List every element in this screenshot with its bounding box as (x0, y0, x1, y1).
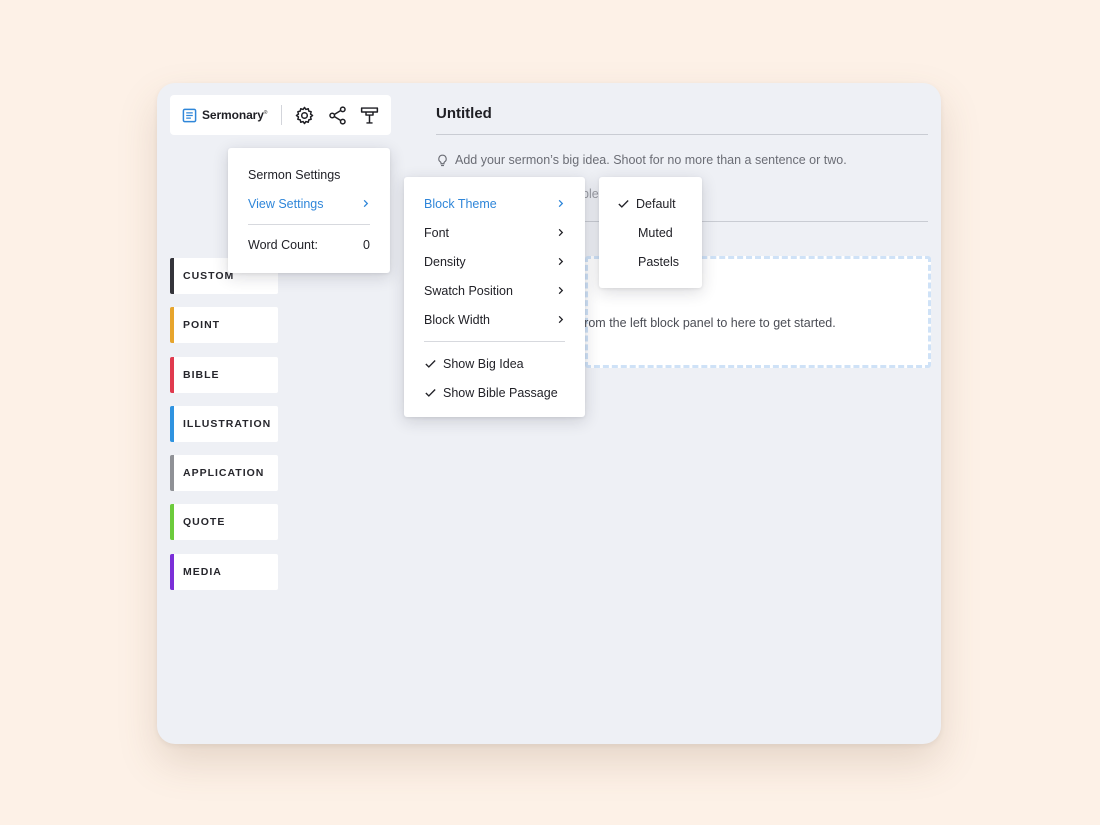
theme-muted-label: Muted (638, 225, 673, 240)
show-big-idea-label: Show Big Idea (443, 356, 524, 371)
gear-icon (296, 106, 314, 124)
word-count-row: Word Count: 0 (248, 230, 370, 259)
menu-separator (424, 341, 565, 342)
toolbar: Sermonary® (170, 95, 391, 135)
toolbar-divider (281, 105, 283, 125)
checkmark-icon (425, 389, 436, 397)
chevron-right-icon (363, 199, 369, 208)
menu-item-block-theme[interactable]: Block Theme (424, 189, 565, 218)
word-count-label: Word Count: (248, 237, 318, 252)
block-theme-label: Block Theme (424, 196, 497, 211)
menu-item-sermon-settings[interactable]: Sermon Settings (248, 160, 370, 189)
theme-option-muted[interactable]: Muted (617, 218, 684, 247)
chevron-right-icon (558, 286, 564, 295)
menu-separator (248, 224, 370, 225)
title-divider (436, 134, 928, 135)
block-media[interactable]: MEDIA (170, 553, 278, 590)
checkmark-icon (618, 200, 629, 208)
checkmark-icon (425, 360, 436, 368)
settings-menu: Sermon Settings View Settings Word Count… (228, 148, 390, 273)
menu-item-view-settings[interactable]: View Settings (248, 189, 370, 218)
share-icon (328, 105, 346, 125)
show-bible-passage-label: Show Bible Passage (443, 385, 558, 400)
block-quote[interactable]: QUOTE (170, 504, 278, 541)
share-button[interactable] (327, 104, 348, 126)
lightbulb-icon (438, 154, 447, 166)
block-application[interactable]: APPLICATION (170, 455, 278, 492)
sermonary-logo-icon (182, 108, 197, 122)
density-label: Density (424, 254, 466, 269)
font-label: Font (424, 225, 450, 240)
big-idea-field[interactable]: Add your sermon’s big idea. Shoot for no… (436, 153, 847, 167)
menu-item-swatch-position[interactable]: Swatch Position (424, 276, 565, 305)
block-point[interactable]: POINT (170, 307, 278, 344)
block-width-label: Block Width (424, 312, 490, 327)
word-count-value: 0 (363, 237, 370, 252)
block-theme-menu: Default Muted Pastels (599, 177, 702, 288)
chevron-right-icon (558, 199, 564, 208)
settings-button[interactable] (294, 104, 315, 126)
chevron-right-icon (558, 315, 564, 324)
dropzone-text: k from the left block panel to here to g… (571, 316, 836, 330)
sermonary-logo[interactable]: Sermonary® (182, 108, 267, 123)
chevron-right-icon (558, 257, 564, 266)
theme-option-default[interactable]: Default (617, 189, 684, 218)
block-bible[interactable]: BIBLE (170, 356, 278, 393)
lamp-icon (360, 106, 379, 124)
block-panel: CUSTOM POINT BIBLE ILLUSTRATION APPLICAT… (170, 258, 278, 603)
theme-default-label: Default (636, 196, 676, 211)
menu-item-density[interactable]: Density (424, 247, 565, 276)
theme-pastels-label: Pastels (638, 254, 679, 269)
logo-text: Sermonary® (202, 108, 268, 122)
menu-item-block-width[interactable]: Block Width (424, 305, 565, 334)
document-title[interactable]: Untitled (436, 105, 492, 122)
menu-item-font[interactable]: Font (424, 218, 565, 247)
toggle-show-big-idea[interactable]: Show Big Idea (424, 349, 565, 378)
chevron-right-icon (558, 228, 564, 237)
block-illustration[interactable]: ILLUSTRATION (170, 405, 278, 442)
toggle-show-bible-passage[interactable]: Show Bible Passage (424, 378, 565, 407)
view-settings-menu: Block Theme Font Density Swatch Position… (404, 177, 585, 417)
present-button[interactable] (359, 104, 380, 126)
big-idea-placeholder: Add your sermon’s big idea. Shoot for no… (455, 153, 847, 167)
view-settings-label: View Settings (248, 196, 324, 211)
theme-option-pastels[interactable]: Pastels (617, 247, 684, 276)
swatch-position-label: Swatch Position (424, 283, 513, 298)
